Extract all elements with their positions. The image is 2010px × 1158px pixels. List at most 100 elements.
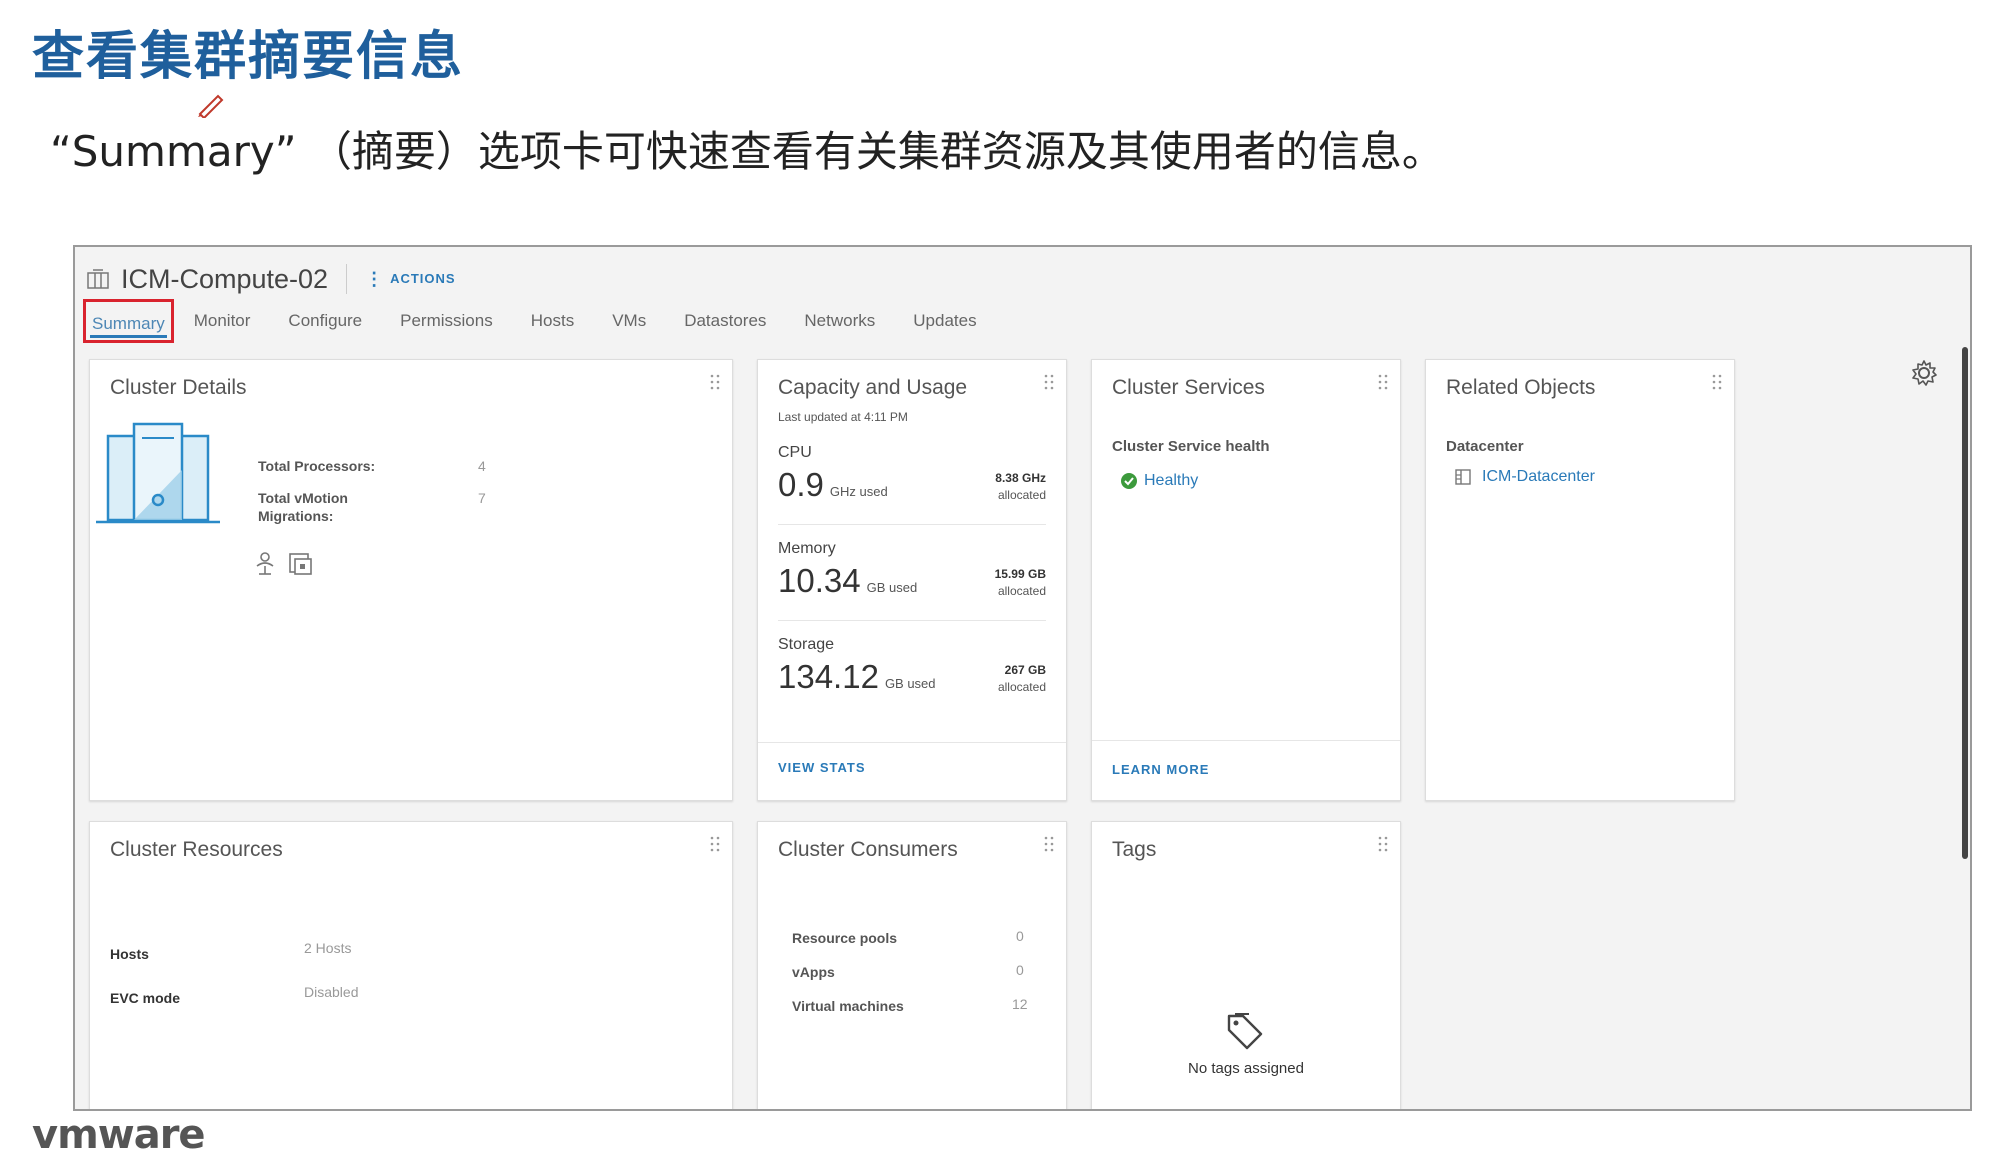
actions-button[interactable]: ⋮ ACTIONS (365, 269, 456, 290)
cpu-allocated: 8.38 GHz allocated (995, 470, 1046, 504)
memory-used: 10.34 GB used (778, 562, 917, 600)
drag-handle-icon[interactable] (1378, 836, 1388, 852)
tag-icon (1227, 1013, 1263, 1050)
tab-summary[interactable]: Summary (83, 299, 174, 343)
evc-mode-value: Disabled (304, 984, 359, 1000)
memory-used-value: 10.34 (778, 562, 861, 599)
check-circle-icon (1121, 473, 1137, 489)
scrollbar-thumb[interactable] (1962, 347, 1968, 859)
tab-networks[interactable]: Networks (786, 299, 893, 343)
total-vmotion-label-line2: Migrations: (258, 508, 334, 524)
cluster-services-card: Cluster Services Cluster Service health … (1091, 359, 1401, 801)
drag-handle-icon[interactable] (1378, 374, 1388, 390)
cpu-allocated-value: 8.38 GHz (995, 471, 1046, 485)
cluster-icon (87, 269, 109, 289)
drag-handle-icon[interactable] (710, 836, 720, 852)
tab-datastores[interactable]: Datastores (666, 299, 784, 343)
memory-label: Memory (778, 540, 836, 557)
vapps-value: 0 (1016, 962, 1024, 978)
datacenter-label: Datacenter (1446, 438, 1524, 455)
storage-used: 134.12 GB used (778, 658, 936, 696)
cpu-used-value: 0.9 (778, 466, 824, 503)
card-title: Cluster Services (1112, 376, 1265, 399)
storage-used-value: 134.12 (778, 658, 879, 695)
divider (778, 524, 1046, 525)
object-header: ICM-Compute-02 ⋮ ACTIONS (87, 259, 456, 299)
tags-card: Tags No tags assigned (1091, 821, 1401, 1109)
slide-title: 查看集群摘要信息 (32, 27, 465, 87)
storage-label: Storage (778, 636, 835, 653)
memory-allocated-value: 15.99 GB (994, 567, 1046, 581)
cluster-illustration-icon (96, 422, 220, 524)
drag-handle-icon[interactable] (1044, 836, 1054, 852)
datacenter-icon (1455, 469, 1471, 485)
tab-vms[interactable]: VMs (594, 299, 664, 343)
card-title: Capacity and Usage (778, 376, 968, 399)
pen-cursor-icon (198, 94, 224, 118)
total-processors-label: Total Processors: (258, 458, 376, 474)
ha-icon[interactable] (288, 552, 314, 576)
cpu-used: 0.9 GHz used (778, 466, 888, 504)
vapps-label: vApps (792, 964, 835, 980)
card-title: Related Objects (1446, 376, 1596, 399)
resource-pools-label: Resource pools (792, 930, 898, 946)
card-title: Cluster Details (110, 376, 247, 399)
tab-configure[interactable]: Configure (270, 299, 380, 343)
learn-more-link[interactable]: LEARN MORE (1112, 762, 1209, 777)
cluster-resources-card: Cluster Resources Hosts 2 Hosts EVC mode… (89, 821, 733, 1109)
capacity-usage-card: Capacity and Usage Last updated at 4:11 … (757, 359, 1067, 801)
memory-used-unit: GB used (866, 580, 918, 595)
total-processors-value: 4 (478, 458, 486, 474)
service-health-value[interactable]: Healthy (1144, 472, 1198, 490)
related-objects-card: Related Objects Datacenter ICM-Datacente… (1425, 359, 1735, 801)
vsphere-window: ICM-Compute-02 ⋮ ACTIONS Summary Monitor … (73, 245, 1972, 1111)
scrollbar[interactable] (1960, 343, 1970, 863)
card-title: Cluster Consumers (778, 838, 958, 861)
storage-allocated: 267 GB allocated (998, 662, 1046, 696)
storage-allocated-value: 267 GB (1004, 663, 1046, 677)
storage-used-unit: GB used (884, 676, 936, 691)
service-health-label: Cluster Service health (1112, 438, 1270, 455)
tab-updates[interactable]: Updates (895, 299, 994, 343)
cluster-consumers-card: Cluster Consumers Resource pools 0 vApps… (757, 821, 1067, 1109)
object-name: ICM-Compute-02 (121, 263, 329, 294)
cpu-label: CPU (778, 444, 812, 461)
hosts-value: 2 Hosts (304, 940, 352, 956)
virtual-machines-label: Virtual machines (792, 998, 904, 1014)
tab-permissions[interactable]: Permissions (382, 299, 511, 343)
header-divider (346, 264, 348, 294)
drs-icon[interactable] (254, 552, 276, 576)
slide-subtitle: “Summary” （摘要）选项卡可快速查看有关集群资源及其使用者的信息。 (50, 127, 1444, 176)
view-stats-link[interactable]: VIEW STATS (778, 760, 866, 775)
footer-divider (1092, 740, 1400, 741)
vmware-logo: vmware (32, 1112, 206, 1158)
hosts-label: Hosts (110, 946, 149, 962)
cluster-details-card: Cluster Details Total Processors: 4 Tota… (89, 359, 733, 801)
actions-label: ACTIONS (390, 270, 456, 286)
gear-icon[interactable] (1910, 359, 1938, 387)
card-title: Tags (1112, 838, 1157, 861)
evc-mode-label: EVC mode (110, 990, 181, 1006)
storage-allocated-label: allocated (997, 680, 1046, 694)
drag-handle-icon[interactable] (1712, 374, 1722, 390)
card-title: Cluster Resources (110, 838, 283, 861)
resource-pools-value: 0 (1016, 928, 1024, 944)
cpu-allocated-label: allocated (997, 488, 1046, 502)
datacenter-link[interactable]: ICM-Datacenter (1482, 468, 1595, 486)
total-vmotion-label: Total vMotion (258, 490, 348, 506)
tab-bar: Summary Monitor Configure Permissions Ho… (83, 299, 997, 345)
footer-divider (758, 742, 1066, 743)
virtual-machines-value: 12 (1012, 996, 1028, 1012)
tab-monitor[interactable]: Monitor (176, 299, 269, 343)
drag-handle-icon[interactable] (710, 374, 720, 390)
memory-allocated: 15.99 GB allocated (995, 566, 1046, 600)
more-vertical-icon: ⋮ (365, 268, 385, 289)
last-updated: Last updated at 4:11 PM (778, 410, 908, 424)
memory-allocated-label: allocated (997, 584, 1046, 598)
divider (778, 620, 1046, 621)
drag-handle-icon[interactable] (1044, 374, 1054, 390)
total-vmotion-value: 7 (478, 490, 486, 506)
no-tags-text: No tags assigned (1188, 1060, 1304, 1077)
tab-hosts[interactable]: Hosts (513, 299, 592, 343)
cpu-used-unit: GHz used (829, 484, 888, 499)
